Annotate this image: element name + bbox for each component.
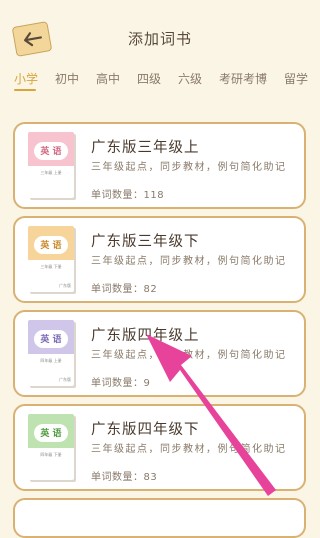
tab-study-abroad[interactable]: 留学 xyxy=(284,70,308,87)
word-count: 单词数量：83 xyxy=(91,472,158,483)
book-cover: 英 语 三年级 上册 xyxy=(28,132,74,198)
word-count: 单词数量：118 xyxy=(91,190,165,201)
tab-postgraduate[interactable]: 考研考博 xyxy=(219,70,267,87)
book-description: 三年级起点，同步教材，例句简化助记 xyxy=(91,162,287,173)
level-tabs: 小学 初中 高中 四级 六级 考研考博 留学 xyxy=(0,70,320,92)
book-description: 三年级起点，同步教材，例句简化助记 xyxy=(91,444,287,455)
book-card[interactable]: 英 语 三年级 下册 广东版 广东版三年级下 三年级起点，同步教材，例句简化助记… xyxy=(13,216,306,303)
book-card[interactable]: 英 语 三年级 上册 广东版三年级上 三年级起点，同步教材，例句简化助记 单词数… xyxy=(13,122,306,209)
tab-junior-high[interactable]: 初中 xyxy=(55,70,79,87)
tab-cet6[interactable]: 六级 xyxy=(178,70,202,87)
tab-senior-high[interactable]: 高中 xyxy=(96,70,120,87)
cover-title: 英 语 xyxy=(40,335,62,345)
cover-title: 英 语 xyxy=(40,429,62,439)
tab-cet4[interactable]: 四级 xyxy=(137,70,161,87)
book-description: 三年级起点，同步教材，例句简化助记 xyxy=(91,350,287,361)
book-title: 广东版三年级上 xyxy=(91,140,200,156)
top-bar: 添加词书 xyxy=(0,0,320,68)
word-count: 单词数量：82 xyxy=(91,284,158,295)
tab-primary[interactable]: 小学 xyxy=(14,70,38,87)
cover-subtitle: 四年级 上册 xyxy=(40,358,62,363)
cover-subtitle: 三年级 上册 xyxy=(40,170,62,175)
book-title: 广东版三年级下 xyxy=(91,234,200,250)
cover-title: 英 语 xyxy=(40,241,62,251)
book-title: 广东版四年级下 xyxy=(91,422,200,438)
active-tab-indicator xyxy=(14,89,36,91)
cover-publisher: 广东版 xyxy=(59,283,71,288)
cover-subtitle: 四年级 下册 xyxy=(40,452,62,457)
book-card[interactable]: 英 语 四年级 上册 广东版 广东版四年级上 三年级起点，同步教材，例句简化助记… xyxy=(13,310,306,397)
book-title: 广东版四年级上 xyxy=(91,328,200,344)
book-card[interactable] xyxy=(13,498,306,538)
cover-publisher: 广东版 xyxy=(59,377,71,382)
word-count: 单词数量：9 xyxy=(91,378,151,389)
book-cover: 英 语 四年级 下册 xyxy=(28,414,74,480)
book-cover: 英 语 三年级 下册 广东版 xyxy=(28,226,74,292)
page-title: 添加词书 xyxy=(127,30,192,48)
book-cover: 英 语 四年级 上册 广东版 xyxy=(28,320,74,386)
cover-subtitle: 三年级 下册 xyxy=(40,264,62,269)
book-description: 三年级起点，同步教材，例句简化助记 xyxy=(91,256,287,267)
cover-title: 英 语 xyxy=(40,147,62,157)
book-card[interactable]: 英 语 四年级 下册 广东版四年级下 三年级起点，同步教材，例句简化助记 单词数… xyxy=(13,404,306,491)
